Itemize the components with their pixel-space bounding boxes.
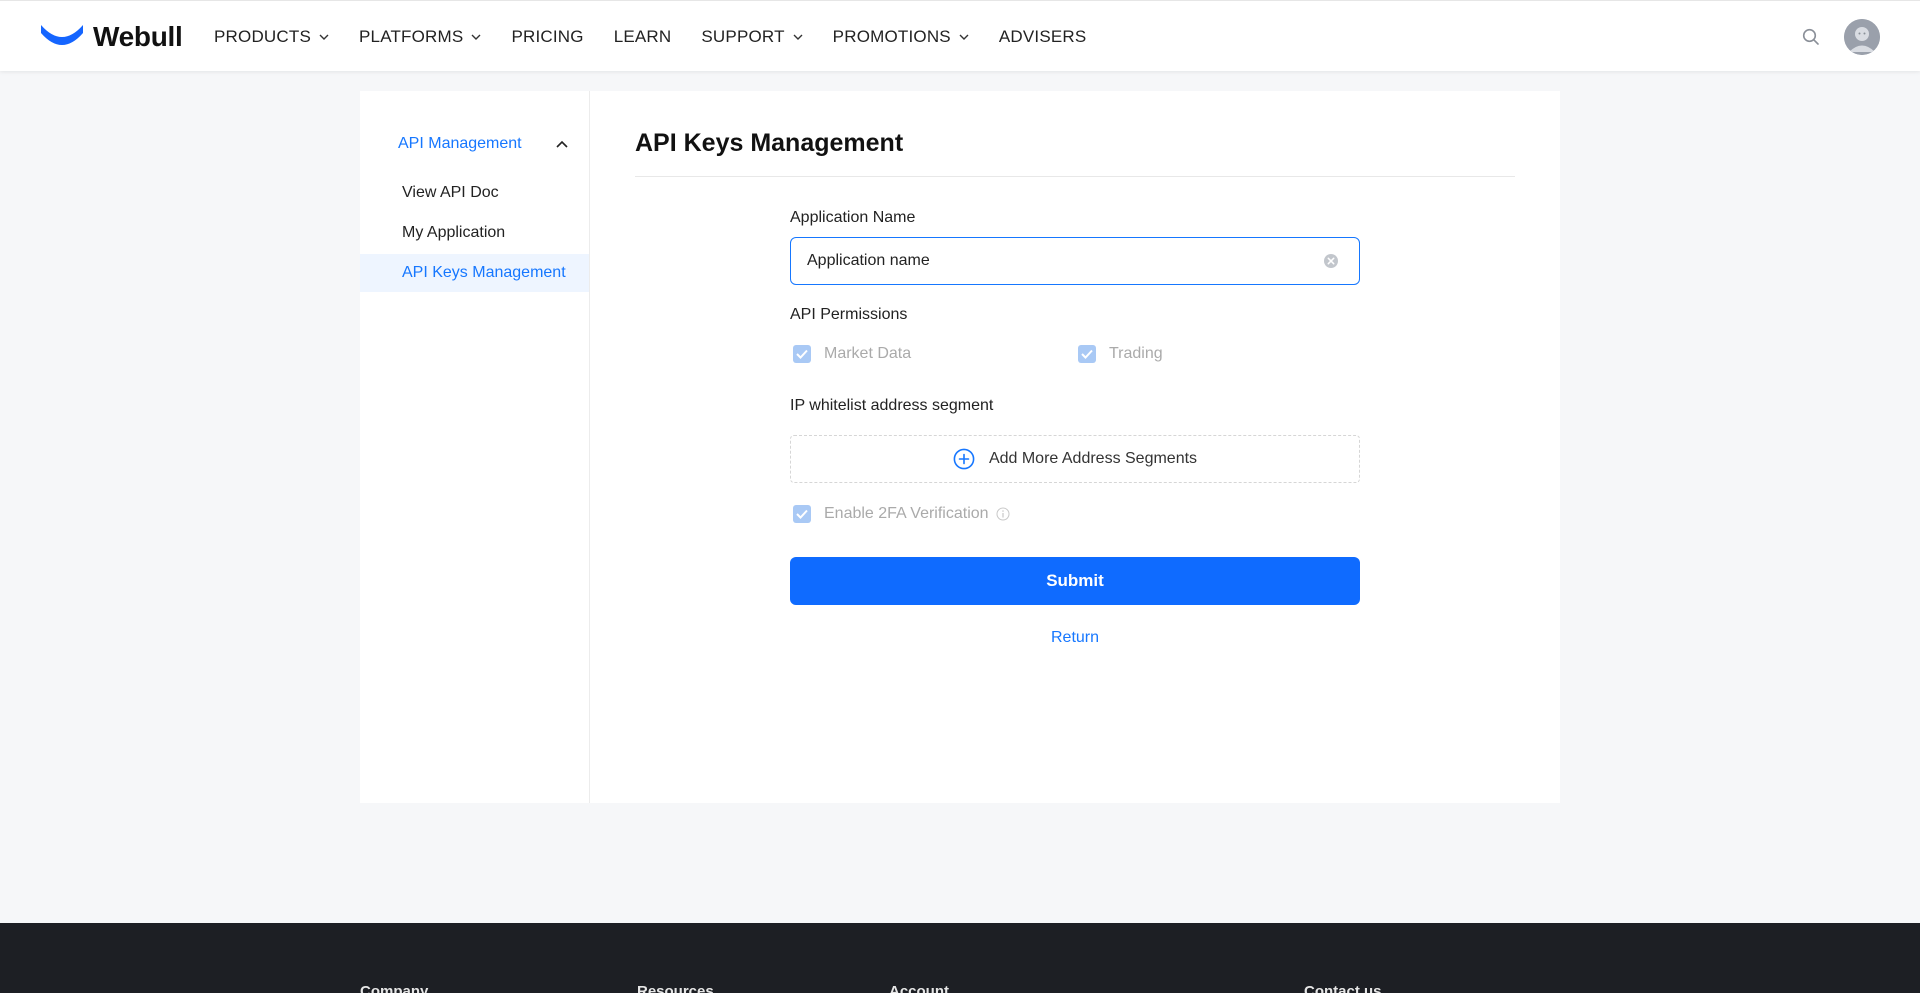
checkbox-label: Market Data — [824, 345, 912, 362]
nav-label: PRICING — [511, 26, 584, 46]
submit-button[interactable]: Submit — [790, 557, 1360, 605]
nav-products[interactable]: PRODUCTS — [214, 27, 329, 47]
nav-support[interactable]: SUPPORT — [701, 26, 803, 47]
nav-label: SUPPORT — [701, 26, 785, 46]
sidebar-item-label: API Keys Management — [402, 264, 566, 281]
info-icon[interactable] — [996, 507, 1010, 521]
footer-column-contact: Contact us — [1304, 983, 1382, 993]
nav-pricing[interactable]: PRICING — [511, 27, 583, 47]
chevron-down-icon — [959, 34, 969, 40]
permission-trading[interactable]: Trading — [1078, 345, 1163, 363]
search-icon[interactable] — [1802, 28, 1820, 46]
checkbox[interactable] — [793, 345, 811, 363]
chevron-up-icon — [556, 140, 568, 148]
chevron-down-icon — [471, 34, 481, 40]
nav-promotions[interactable]: PROMOTIONS — [833, 27, 969, 47]
nav-label: PROMOTIONS — [832, 26, 951, 46]
sidebar-group-label: API Management — [398, 135, 522, 152]
nav-label: PRODUCTS — [214, 26, 311, 46]
main-nav: PRODUCTS PLATFORMS PRICING LEARN SUPPORT… — [214, 1, 1116, 72]
top-header: Webull PRODUCTS PLATFORMS PRICING LEARN … — [0, 0, 1920, 71]
logo-text: Webull — [93, 21, 183, 52]
page-title: API Keys Management — [635, 129, 904, 157]
sidebar-item-view-api-doc[interactable]: View API Doc — [360, 174, 589, 212]
footer: Company Resources Account Contact us — [0, 923, 1920, 993]
add-segment-label: Add More Address Segments — [988, 450, 1198, 467]
sidebar-item-my-application[interactable]: My Application — [360, 214, 589, 252]
sidebar: API Management View API Doc My Applicati… — [360, 91, 590, 803]
nav-learn[interactable]: LEARN — [614, 27, 672, 47]
checkmark-icon — [796, 509, 808, 519]
checkbox-label: Trading — [1109, 345, 1163, 362]
nav-label: ADVISERS — [998, 26, 1087, 46]
sidebar-item-label: View API Doc — [402, 184, 499, 201]
nav-platforms[interactable]: PLATFORMS — [359, 27, 481, 47]
return-link[interactable]: Return — [790, 629, 1360, 647]
nav-label: LEARN — [613, 26, 672, 46]
application-name-field-wrapper — [790, 237, 1360, 285]
sidebar-item-api-keys-management[interactable]: API Keys Management — [360, 254, 589, 292]
sidebar-item-label: My Application — [402, 224, 506, 241]
avatar-icon — [1844, 19, 1880, 55]
api-permissions-label: API Permissions — [790, 306, 908, 323]
permission-market-data[interactable]: Market Data — [793, 345, 911, 363]
ip-whitelist-label: IP whitelist address segment — [790, 397, 994, 414]
application-name-label: Application Name — [790, 209, 916, 226]
application-name-input[interactable] — [791, 238, 1291, 284]
title-divider — [635, 176, 1515, 177]
webull-logo-icon — [41, 25, 83, 45]
nav-advisers[interactable]: ADVISERS — [999, 27, 1087, 47]
checkbox[interactable] — [793, 505, 811, 523]
enable-2fa-option[interactable]: Enable 2FA Verification — [793, 505, 1010, 523]
footer-column-account: Account — [889, 983, 949, 993]
content-area: API Keys Management Application Name API… — [590, 91, 1560, 803]
webull-logo[interactable]: Webull — [39, 17, 183, 57]
footer-column-company: Company — [360, 983, 429, 993]
chevron-down-icon — [319, 34, 329, 40]
checkbox-label: Enable 2FA Verification — [824, 505, 989, 522]
clear-circle-icon[interactable] — [1323, 253, 1339, 269]
checkmark-icon — [796, 349, 808, 359]
nav-label: PLATFORMS — [359, 26, 464, 46]
checkmark-icon — [1081, 349, 1093, 359]
user-avatar[interactable] — [1844, 19, 1880, 55]
footer-column-resources: Resources — [637, 983, 714, 993]
checkbox[interactable] — [1078, 345, 1096, 363]
sidebar-group-api-management[interactable]: API Management — [398, 135, 568, 153]
add-address-segments-button[interactable]: Add More Address Segments — [790, 435, 1360, 483]
main-card: API Management View API Doc My Applicati… — [360, 91, 1560, 803]
plus-circle-icon — [953, 448, 975, 470]
chevron-down-icon — [793, 34, 803, 40]
